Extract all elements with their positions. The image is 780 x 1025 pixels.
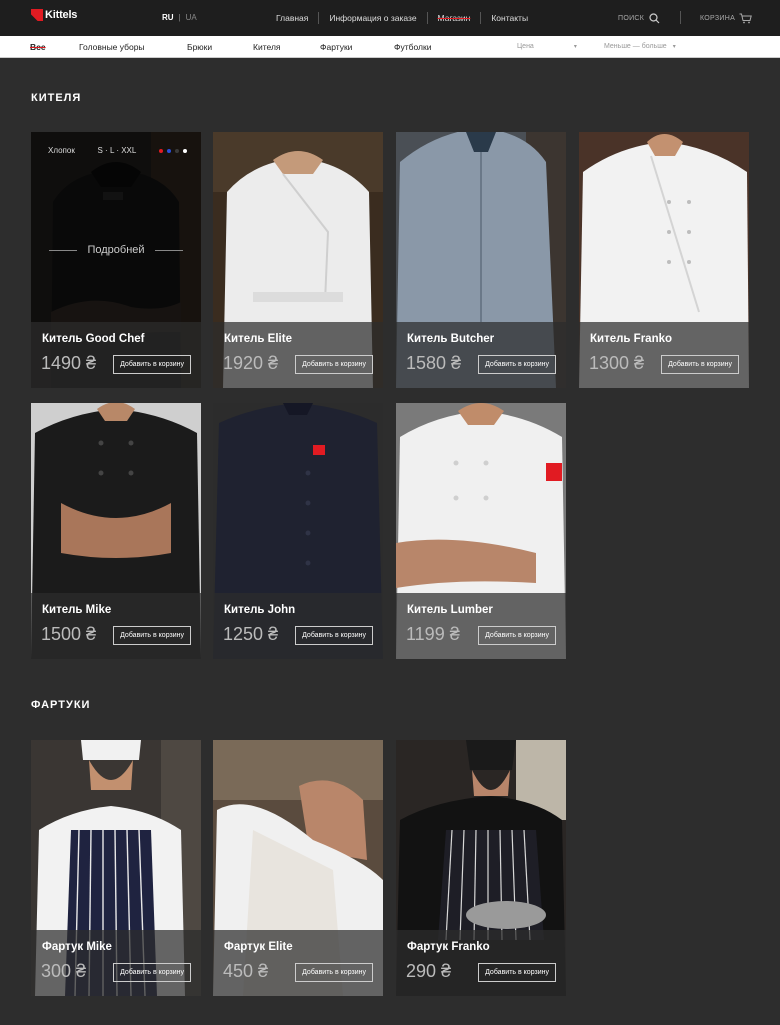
add-to-cart-button[interactable]: Добавить в корзину [113,355,191,374]
filter-tshirts[interactable]: Футболки [394,42,431,52]
filter-bar: Все Головные уборы Брюки Кителя Фартуки … [0,36,780,58]
product-name: Китель Franko [590,333,673,345]
product-price: 1500 ₴ [41,624,97,644]
top-bar: Kittels RU | UA Главная Информация о зак… [0,0,780,36]
product-info: Китель Franko 1300 ₴ Добавить в корзину [579,322,749,388]
color-swatch-white[interactable] [183,148,187,153]
product-price: 1250 ₴ [223,624,279,644]
color-swatch-black[interactable] [175,148,179,153]
product-price: 1199 ₴ [406,624,460,644]
product-info: Фартук Franko 290 ₴ Добавить в корзину [396,930,566,996]
add-to-cart-button[interactable]: Добавить в корзину [661,355,739,374]
product-name: Фартук Franko [407,941,490,953]
search-label: ПОИСК [618,15,645,22]
product-card[interactable]: Фартук Elite 450 ₴ Добавить в корзину [213,740,383,996]
add-to-cart-button[interactable]: Добавить в корзину [113,626,191,645]
product-name: Фартук Elite [224,941,293,953]
product-name: Китель Mike [42,604,112,616]
add-to-cart-button[interactable]: Добавить в корзину [478,626,556,645]
nav-contacts[interactable]: Контакты [481,13,538,23]
chevron-down-icon: ▾ [672,44,676,50]
product-name: Китель John [224,604,296,616]
product-card[interactable]: Китель Butcher 1580 ₴ Добавить в корзину [396,132,566,388]
product-price: 1490 ₴ [41,353,97,373]
chevron-down-icon: ▾ [573,44,577,50]
product-card[interactable]: Хлопок S · L · XXL Подробней Китель Good… [31,132,201,388]
lang-ua[interactable]: UA [186,13,197,22]
product-card[interactable]: Китель Franko 1300 ₴ Добавить в корзину [579,132,749,388]
section-title-jackets: КИТЕЛЯ [31,92,82,104]
product-card[interactable]: Китель Elite 1920 ₴ Добавить в корзину [213,132,383,388]
add-to-cart-button[interactable]: Добавить в корзину [478,355,556,374]
product-price: 1300 ₴ [589,353,645,373]
header-divider [680,11,681,24]
price-select-label: Цена [517,43,534,50]
section-title-aprons: ФАРТУКИ [31,699,91,711]
product-price: 1920 ₴ [223,353,279,373]
lang-divider: | [178,13,181,22]
add-to-cart-button[interactable]: Добавить в корзину [478,963,556,982]
product-card[interactable]: Китель Lumber 1199 ₴ Добавить в корзину [396,403,566,659]
filter-trousers[interactable]: Брюки [187,42,212,52]
product-price: 290 ₴ [406,961,452,981]
filter-headwear[interactable]: Головные уборы [79,42,145,52]
product-price: 300 ₴ [41,961,87,981]
material-label: Хлопок [48,146,75,155]
product-name: Китель Good Chef [42,333,145,345]
product-card[interactable]: Китель Mike 1500 ₴ Добавить в корзину [31,403,201,659]
product-price: 450 ₴ [223,961,269,981]
sizes-label: S · L · XXL [97,146,137,155]
product-info: Китель Butcher 1580 ₴ Добавить в корзину [396,322,566,388]
more-label: Подробней [87,244,145,256]
sort-select-label: Меньше — больше [604,43,667,50]
add-to-cart-button[interactable]: Добавить в корзину [295,963,373,982]
product-info: Китель Good Chef 1490 ₴ Добавить в корзи… [31,322,201,388]
product-info: Китель Lumber 1199 ₴ Добавить в корзину [396,593,566,659]
more-link[interactable]: Подробней [31,244,201,256]
product-info: Китель Elite 1920 ₴ Добавить в корзину [213,322,383,388]
product-info: Фартук Mike 300 ₴ Добавить в корзину [31,930,201,996]
product-info: Фартук Elite 450 ₴ Добавить в корзину [213,930,383,996]
product-card[interactable]: Фартук Mike 300 ₴ Добавить в корзину [31,740,201,996]
color-swatch-red[interactable] [159,148,163,153]
main-nav: Главная Информация о заказе Магазин Конт… [266,12,538,24]
product-card[interactable]: Китель John 1250 ₴ Добавить в корзину [213,403,383,659]
divider-line [154,249,183,251]
product-name: Фартук Mike [42,941,112,953]
logo-text: Kittels [45,9,78,21]
product-card[interactable]: Фартук Franko 290 ₴ Добавить в корзину [396,740,566,996]
filter-jackets[interactable]: Кителя [253,42,281,52]
cart-label: КОРЗИНА [700,15,736,22]
logo-icon [31,9,43,21]
filter-aprons[interactable]: Фартуки [320,42,352,52]
nav-home[interactable]: Главная [266,13,318,23]
nav-order-info[interactable]: Информация о заказе [319,13,426,23]
add-to-cart-button[interactable]: Добавить в корзину [295,355,373,374]
search-icon [649,13,660,24]
logo[interactable]: Kittels [31,9,77,21]
product-name: Китель Butcher [407,333,495,345]
filter-all[interactable]: Все [30,42,46,52]
divider-line [49,249,78,251]
cart-icon [739,13,752,24]
product-options: Хлопок S · L · XXL [48,146,187,155]
product-info: Китель John 1250 ₴ Добавить в корзину [213,593,383,659]
product-info: Китель Mike 1500 ₴ Добавить в корзину [31,593,201,659]
price-select[interactable]: Цена ▾ [517,43,577,50]
add-to-cart-button[interactable]: Добавить в корзину [113,963,191,982]
color-options [159,146,187,155]
cart-button[interactable]: КОРЗИНА [700,13,752,24]
nav-shop[interactable]: Магазин [428,13,481,23]
product-name: Китель Elite [224,333,292,345]
sort-select[interactable]: Меньше — больше ▾ [604,43,676,50]
language-switcher: RU | UA [162,13,197,22]
add-to-cart-button[interactable]: Добавить в корзину [295,626,373,645]
product-name: Китель Lumber [407,604,493,616]
lang-ru[interactable]: RU [162,13,174,22]
product-price: 1580 ₴ [406,353,462,373]
color-swatch-blue[interactable] [167,148,171,153]
search-button[interactable]: ПОИСК [618,13,660,24]
